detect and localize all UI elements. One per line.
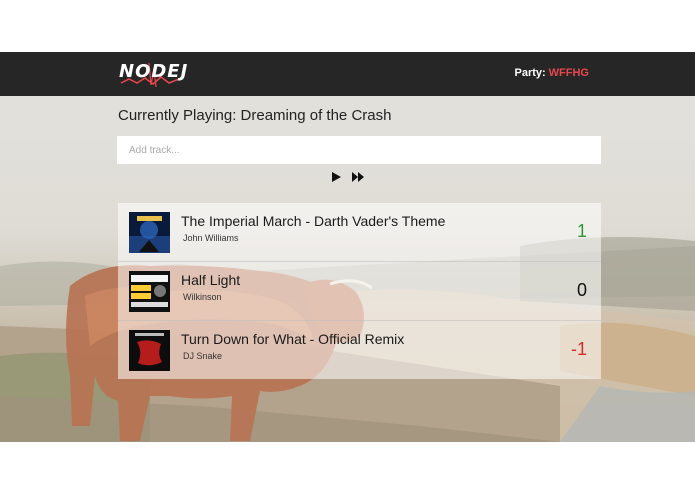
now-playing-title: Currently Playing: Dreaming of the Crash [118,107,392,124]
vote-score[interactable]: -1 [571,339,587,360]
track-queue: The Imperial March - Darth Vader's Theme… [118,203,601,379]
party-label: Party: [514,67,546,79]
skip-button[interactable] [351,170,365,184]
track-artist: John Williams [183,233,239,243]
album-cover-half-light [129,271,170,312]
bottom-margin [0,442,695,494]
track-title: The Imperial March - Darth Vader's Theme [181,213,446,229]
fast-forward-icon [352,172,364,182]
track-artist: Wilkinson [183,292,222,302]
vote-score[interactable]: 1 [577,221,587,242]
album-cover-turn-down [129,330,170,371]
logo-text: NODEJ [119,61,189,82]
album-cover-star-wars [129,212,170,253]
track-row[interactable]: The Imperial March - Darth Vader's Theme… [118,203,601,262]
play-icon [332,172,341,182]
track-row[interactable]: Half Light Wilkinson 0 [118,262,601,321]
track-title: Turn Down for What - Official Remix [181,331,405,347]
track-row[interactable]: Turn Down for What - Official Remix DJ S… [118,321,601,379]
track-title: Half Light [181,272,241,288]
top-margin [0,0,695,52]
app-logo[interactable]: NODEJ [119,59,189,89]
add-track-input[interactable] [117,136,601,164]
track-artist: DJ Snake [183,351,223,361]
navbar: NODEJ Party: WFFHG [0,52,695,96]
play-button[interactable] [329,170,343,184]
playback-controls [329,169,365,185]
party-code: WFFHG [548,67,589,79]
party-indicator: Party: WFFHG [514,67,589,79]
vote-score[interactable]: 0 [577,280,587,301]
